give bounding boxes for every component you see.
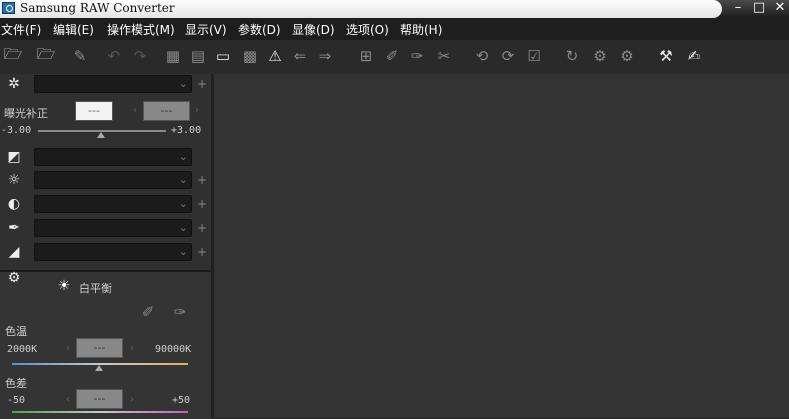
temp-value[interactable]: --- [76, 338, 123, 358]
tint-decrease-icon[interactable]: ‹ [66, 394, 70, 405]
add-color-icon[interactable]: + [197, 221, 207, 235]
single-view-icon[interactable]: ▭ [213, 46, 233, 66]
sun-icon: ☀ [57, 278, 71, 294]
pipette-icon[interactable]: ✐ [382, 46, 402, 66]
wb-pipette-plus-icon[interactable]: ✑ [170, 302, 190, 322]
next-image-icon[interactable]: ⇒ [315, 46, 335, 66]
hammer-icon[interactable]: ⚒ [656, 46, 676, 66]
exposure-compare-value: --- [143, 101, 190, 121]
close-button[interactable]: ✕ [770, 0, 789, 16]
temp-max: 90000K [155, 344, 192, 355]
wb-pipette-icon[interactable]: ✐ [138, 302, 158, 322]
eraser-icon[interactable]: ✎ [70, 46, 90, 66]
exposure-slider-thumb[interactable] [97, 132, 105, 138]
settings-save-icon[interactable]: ⚙ [590, 46, 610, 66]
check-box-icon[interactable]: ☑ [524, 46, 544, 66]
contrast-dropdown[interactable]: ⌄ [34, 195, 192, 213]
rotate-left-icon[interactable]: ⟲ [472, 46, 492, 66]
temp-slider-thumb[interactable] [95, 365, 103, 371]
tint-max: +50 [172, 395, 191, 406]
menu-edit[interactable]: 编辑(E) [53, 21, 94, 38]
tint-slider[interactable] [12, 411, 188, 413]
add-contrast-icon[interactable]: + [197, 197, 207, 211]
sync-icon[interactable]: ↻ [562, 46, 582, 66]
add-brightness-icon[interactable]: + [197, 173, 207, 187]
exposure-value-input[interactable]: --- [75, 101, 113, 121]
temp-min: 2000K [7, 344, 38, 355]
redo-icon[interactable]: ↷ [130, 46, 150, 66]
exposure-label: 曝光补正 [4, 107, 48, 120]
maximize-button[interactable]: □ [749, 0, 769, 16]
tint-increase-icon[interactable]: › [130, 394, 134, 405]
exposure-max: +3.00 [171, 125, 202, 136]
crop-grid-icon[interactable]: ⊞ [356, 46, 376, 66]
settings-check-icon[interactable]: ⚙ [617, 46, 637, 66]
tint-label: 色差 [5, 377, 27, 390]
exposure-min: -3.00 [1, 125, 32, 136]
image-work-area[interactable] [214, 74, 789, 417]
sharpness-dropdown[interactable]: ⌄ [34, 243, 192, 261]
menu-help[interactable]: 帮助(H) [400, 21, 442, 38]
minimize-button[interactable]: – [728, 0, 748, 16]
scissors-icon[interactable]: ✂ [434, 46, 454, 66]
tone-dropdown[interactable]: ⌄ [34, 148, 192, 166]
menu-develop[interactable]: 显像(D) [292, 21, 335, 38]
pipette-tool-icon[interactable]: ✒ [4, 218, 24, 238]
brightness-icon[interactable]: ☼ [4, 170, 24, 190]
undo-icon[interactable]: ↶ [104, 46, 124, 66]
window-title: Samsung RAW Converter [20, 1, 175, 15]
brightness-dropdown[interactable]: ⌄ [34, 171, 192, 189]
brush-icon[interactable]: ◢ [4, 242, 24, 262]
temp-decrease-icon[interactable]: ‹ [66, 343, 70, 354]
prev-image-icon[interactable]: ⇐ [290, 46, 310, 66]
color-dropdown[interactable]: ⌄ [34, 219, 192, 237]
menu-file[interactable]: 文件(F) [1, 21, 41, 38]
menu-view[interactable]: 显示(V) [185, 21, 227, 38]
add-preset-icon[interactable]: + [197, 77, 207, 91]
app-camera-icon [2, 2, 15, 14]
contrast-curve-icon[interactable]: ◩ [4, 147, 24, 167]
open-folder-icon[interactable]: 🗁 [3, 45, 23, 66]
temp-label: 色温 [5, 325, 27, 338]
exposure-increase-icon[interactable]: › [195, 105, 199, 116]
temp-increase-icon[interactable]: › [130, 343, 134, 354]
add-sharpness-icon[interactable]: + [197, 245, 207, 259]
compare-view-icon[interactable]: ▤ [188, 46, 208, 66]
menu-params[interactable]: 参数(D) [238, 21, 281, 38]
open-folder-dropdown-icon[interactable]: 🗁 [36, 45, 56, 66]
pipette-plus-icon[interactable]: ✑ [407, 46, 427, 66]
checker-icon[interactable]: ▩ [240, 46, 260, 66]
rotate-right-icon[interactable]: ⟳ [498, 46, 518, 66]
white-balance-label: 白平衡 [79, 282, 112, 295]
edit-list-icon[interactable]: ✍ [684, 46, 704, 66]
contrast-icon[interactable]: ◐ [4, 194, 24, 214]
exposure-decrease-icon[interactable]: ‹ [133, 105, 137, 116]
tint-value[interactable]: --- [76, 389, 123, 409]
gears-icon[interactable]: ⚙ [4, 268, 24, 288]
grid-view-icon[interactable]: ▦ [163, 46, 183, 66]
warning-icon[interactable]: ⚠ [265, 46, 285, 66]
preset-dropdown[interactable]: ⌄ [34, 75, 192, 93]
gear-icon[interactable]: ✲ [4, 74, 24, 94]
tint-min: -50 [7, 395, 26, 406]
menu-options[interactable]: 选项(O) [346, 21, 389, 38]
menu-mode[interactable]: 操作模式(M) [107, 21, 175, 38]
